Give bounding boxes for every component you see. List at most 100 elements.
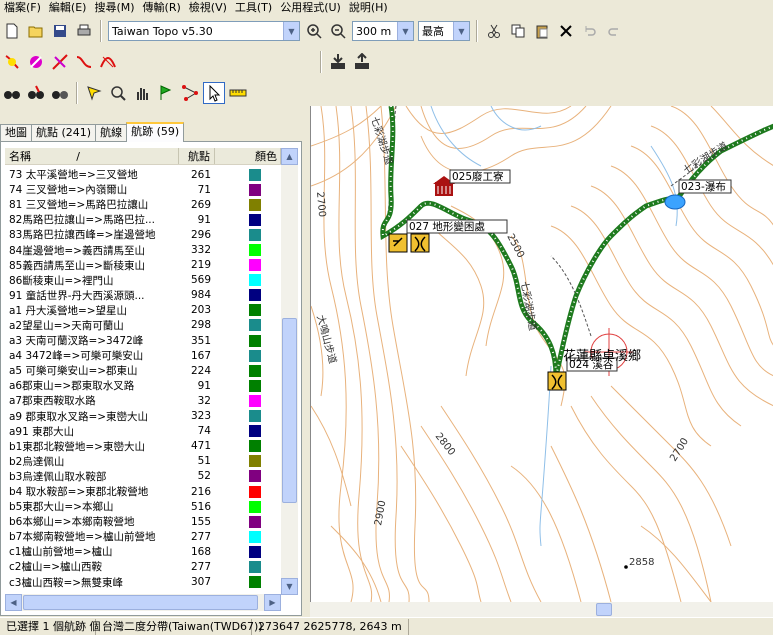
horizontal-scroll-thumb[interactable] xyxy=(23,595,258,610)
track-filter-icon[interactable] xyxy=(1,51,23,73)
tab-map[interactable]: 地圖 xyxy=(0,124,32,142)
scroll-left-icon[interactable]: ◀ xyxy=(5,594,22,611)
open-folder-icon[interactable] xyxy=(25,20,47,42)
undo-icon[interactable] xyxy=(579,20,601,42)
color-swatch[interactable] xyxy=(249,259,261,272)
waypoint-flag-icon[interactable] xyxy=(155,82,177,104)
menu-search[interactable]: 搜尋(M) xyxy=(90,0,138,16)
list-item[interactable]: a1 丹大溪營地=>望星山 203 xyxy=(5,303,281,318)
color-swatch[interactable] xyxy=(249,319,261,332)
scroll-up-icon[interactable]: ▲ xyxy=(281,148,298,165)
color-swatch[interactable] xyxy=(249,560,261,573)
map-view[interactable]: 025廢工寮 027 地形變困處 023-瀑布 024 溪谷 花蓮縣卓溪鄉 七彩… xyxy=(310,106,773,602)
list-item[interactable]: b5東郡大山=>本鄉山 516 xyxy=(5,499,281,514)
zoom-tool-icon[interactable] xyxy=(107,82,129,104)
list-item[interactable]: 85義西請馬至山=>斷稜東山 219 xyxy=(5,258,281,273)
list-item[interactable]: 83馬路巴拉讓西峰=>崖邊營地 296 xyxy=(5,227,281,242)
color-swatch[interactable] xyxy=(249,304,261,317)
delete-icon[interactable] xyxy=(555,20,577,42)
list-item[interactable]: a6郡東山=>郡東取水叉路 91 xyxy=(5,378,281,393)
measure-tool-icon[interactable] xyxy=(227,82,249,104)
copy-icon[interactable] xyxy=(507,20,529,42)
menu-utilities[interactable]: 公用程式(U) xyxy=(276,0,345,16)
map-horizontal-scrollbar[interactable] xyxy=(310,602,773,617)
list-item[interactable]: 86斷稜東山=>裡門山 569 xyxy=(5,273,281,288)
waypoint-label-terrain[interactable]: 027 地形變困處 xyxy=(409,220,485,233)
color-swatch[interactable] xyxy=(249,455,261,468)
color-swatch[interactable] xyxy=(249,364,261,377)
list-item[interactable]: 84崖邊營地=>義西請馬至山 332 xyxy=(5,242,281,257)
find-icon[interactable] xyxy=(1,82,23,104)
waypoint-label-waterfall[interactable]: 023-瀑布 xyxy=(681,180,726,193)
color-swatch[interactable] xyxy=(249,349,261,362)
color-swatch[interactable] xyxy=(249,394,261,407)
menu-edit[interactable]: 編輯(E) xyxy=(45,0,91,16)
list-item[interactable]: b1東郡北鞍營地=>東巒大山 471 xyxy=(5,439,281,454)
chevron-down-icon[interactable]: ▼ xyxy=(453,22,469,40)
tab-routes[interactable]: 航線 xyxy=(95,124,128,142)
list-item[interactable]: b4 取水鞍部=>東郡北鞍營地 216 xyxy=(5,484,281,499)
list-item[interactable]: b7本鄉南鞍營地=>櫨山前營地 277 xyxy=(5,529,281,544)
list-item[interactable]: 81 三叉營地=>馬路巴拉讓山 269 xyxy=(5,197,281,212)
color-swatch[interactable] xyxy=(249,530,261,543)
route-tool-icon[interactable] xyxy=(179,82,201,104)
vertical-scroll-thumb[interactable] xyxy=(282,318,297,503)
scroll-down-icon[interactable]: ▼ xyxy=(281,578,298,595)
zoom-select[interactable]: 300 m ▼ xyxy=(352,21,414,41)
topo-map[interactable]: 025廢工寮 027 地形變困處 023-瀑布 024 溪谷 花蓮縣卓溪鄉 七彩… xyxy=(311,106,773,602)
menu-file[interactable]: 檔案(F) xyxy=(0,0,45,16)
receive-from-device-icon[interactable] xyxy=(327,51,349,73)
find-nearest-icon[interactable] xyxy=(25,82,47,104)
waypoint-label-ruins[interactable]: 025廢工寮 xyxy=(452,170,504,183)
list-item[interactable]: b2烏達佩山 51 xyxy=(5,454,281,469)
color-swatch[interactable] xyxy=(249,515,261,528)
color-swatch[interactable] xyxy=(249,334,261,347)
tab-waypoints[interactable]: 航點 (241) xyxy=(31,124,97,142)
new-file-icon[interactable] xyxy=(1,20,23,42)
track-edit-icon[interactable] xyxy=(25,51,47,73)
column-header-points[interactable]: 航點 xyxy=(179,148,215,164)
color-swatch[interactable] xyxy=(249,198,261,211)
waypoint-bridge-icon[interactable] xyxy=(547,371,567,391)
find-address-icon[interactable] xyxy=(49,82,71,104)
color-swatch[interactable] xyxy=(249,168,261,181)
track-split-icon[interactable] xyxy=(49,51,71,73)
color-swatch[interactable] xyxy=(249,213,261,226)
cut-icon[interactable] xyxy=(483,20,505,42)
color-swatch[interactable] xyxy=(249,440,261,453)
list-item[interactable]: b6本鄉山=>本鄉南鞍營地 155 xyxy=(5,514,281,529)
waterfall-icon[interactable] xyxy=(664,194,686,210)
track-reverse-icon[interactable] xyxy=(97,51,119,73)
vertical-scrollbar[interactable]: ▲ ▼ xyxy=(281,148,298,595)
scroll-right-icon[interactable]: ▶ xyxy=(264,594,281,611)
menu-help[interactable]: 說明(H) xyxy=(345,0,392,16)
list-item[interactable]: c2櫨山=>櫨山西鞍 277 xyxy=(5,559,281,574)
paste-icon[interactable] xyxy=(531,20,553,42)
list-item[interactable]: a91 東郡大山 74 xyxy=(5,424,281,439)
zoom-out-icon[interactable] xyxy=(327,20,349,42)
list-item[interactable]: a2望星山=>天南可蘭山 298 xyxy=(5,318,281,333)
detail-select[interactable]: 最高 ▼ xyxy=(418,21,470,41)
chevron-down-icon[interactable]: ▼ xyxy=(397,22,413,40)
horizontal-scrollbar[interactable]: ◀ ▶ xyxy=(5,594,281,611)
list-item[interactable]: 74 三叉營地=>內嶺爾山 71 xyxy=(5,182,281,197)
menu-transfer[interactable]: 傳輸(R) xyxy=(139,0,185,16)
print-icon[interactable] xyxy=(73,20,95,42)
list-item[interactable]: a7郡東西鞍取水路 32 xyxy=(5,393,281,408)
color-swatch[interactable] xyxy=(249,289,261,302)
color-swatch[interactable] xyxy=(249,410,261,423)
zoom-in-icon[interactable] xyxy=(303,20,325,42)
save-icon[interactable] xyxy=(49,20,71,42)
chevron-down-icon[interactable]: ▼ xyxy=(283,22,299,40)
list-item[interactable]: 73 太平溪營地=>三叉營地 261 xyxy=(5,167,281,182)
list-item[interactable]: a4 3472峰=>可樂可樂安山 167 xyxy=(5,348,281,363)
track-join-icon[interactable] xyxy=(73,51,95,73)
pan-hand-icon[interactable] xyxy=(131,82,153,104)
list-item[interactable]: 91 童話世界-丹大西溪源頭... 984 xyxy=(5,288,281,303)
map-scroll-thumb[interactable] xyxy=(596,603,612,616)
tab-tracks[interactable]: 航跡 (59) xyxy=(126,122,185,142)
column-header-name[interactable]: 名稱 / xyxy=(5,148,179,164)
list-item[interactable]: a5 可樂可樂安山=>郡東山 224 xyxy=(5,363,281,378)
map-product-select[interactable]: Taiwan Topo v5.30 ▼ xyxy=(108,21,300,41)
color-swatch[interactable] xyxy=(249,244,261,257)
